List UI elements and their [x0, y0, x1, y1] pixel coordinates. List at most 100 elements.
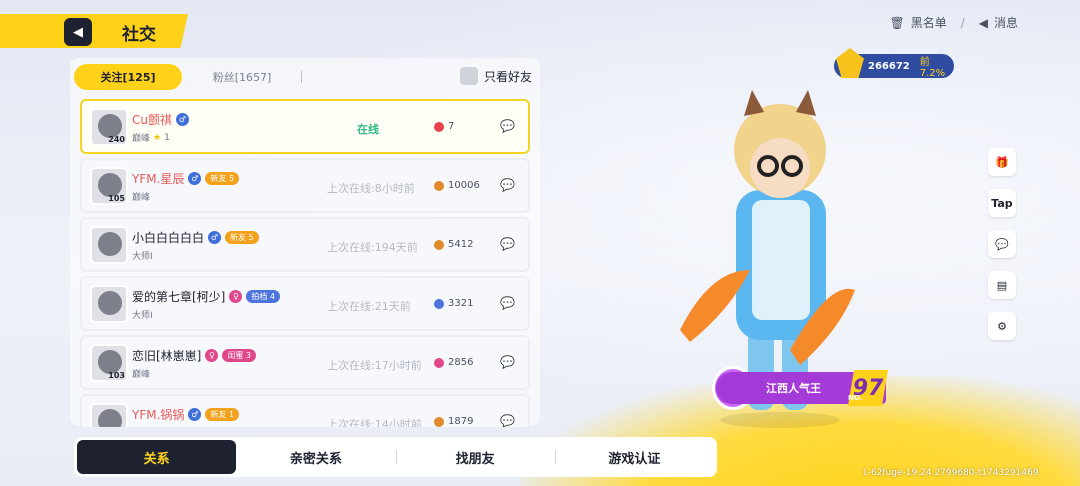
stat-value: 7 — [448, 121, 455, 132]
stat-value: 3321 — [448, 298, 474, 309]
rank-label: 巅峰 — [132, 370, 151, 380]
stat-value: 10006 — [448, 180, 480, 191]
tab-game-verify[interactable]: 游戏认证 — [554, 440, 714, 474]
friend-list[interactable]: 240 Cu颤祺 ♂ 巅峰 ★ 1 在线 7 💬 105 YFM.星辰 ♂ 新友 5 巅峰… — [80, 99, 530, 427]
player-rank: 巅峰 — [132, 190, 150, 203]
friend-tabs: 关注[125] 粉丝[1657] — [74, 64, 302, 90]
player-name: YFM.锅锅 ♂ 新友 1 — [132, 406, 240, 423]
blacklist-label: 黑名单 — [910, 16, 947, 30]
stat-value: 1879 — [448, 416, 474, 427]
relation-badge: 新友 5 — [205, 172, 240, 185]
tab-intimate[interactable]: 亲密关系 — [236, 440, 395, 474]
intimacy-stat: 1879 — [434, 416, 473, 427]
intimacy-stat: 3321 — [434, 298, 473, 309]
player-rank: 大师I — [132, 249, 153, 262]
avatar[interactable]: 240 — [90, 108, 128, 146]
female-icon: ♀ — [205, 349, 219, 362]
taptap-button[interactable]: Tap — [988, 189, 1016, 217]
rank-stars: 1 — [164, 132, 170, 143]
player-rank: 巅峰 ★ 1 — [132, 131, 170, 145]
friends-only-checkbox[interactable] — [460, 67, 478, 85]
player-name: Cu颤祺 ♂ — [132, 111, 189, 128]
tab-following[interactable]: 关注[125] — [74, 64, 182, 90]
chat-icon[interactable]: 💬 — [500, 414, 516, 427]
rank-label: 巅峰 — [132, 193, 151, 203]
avatar[interactable]: 103 — [90, 344, 128, 382]
friends-only-filter[interactable]: 只看好友 — [460, 67, 532, 85]
heart-icon — [434, 121, 444, 132]
intimacy-stat: 5412 — [434, 239, 473, 250]
side-toolbar: 🎁 Tap 💬 ▤ ⚙ — [988, 148, 1016, 340]
player-name: 小白白白白白 ♂ 新友 5 — [132, 229, 259, 246]
list-item[interactable]: YFM.锅锅♂新友 1 巅峰 上次在线:14小时前 1879 💬 — [80, 394, 530, 427]
relation-badge: 新友 5 — [225, 231, 259, 244]
version-string: 1-62fuge-19.24.2799680-t1743291469 — [862, 468, 1039, 478]
chat-icon[interactable]: 💬 — [500, 237, 516, 253]
page-title: 社交 — [122, 25, 156, 45]
document-icon[interactable]: ▤ — [988, 271, 1016, 299]
player-name-text: Cu颤祺 — [132, 113, 172, 127]
tab-relations[interactable]: 关系 — [77, 440, 237, 474]
avatar[interactable] — [90, 403, 128, 427]
chat-icon[interactable]: 💬 — [500, 119, 516, 135]
avatar-level: 105 — [108, 194, 125, 203]
player-name: YFM.星辰 ♂ 新友 5 — [132, 170, 240, 187]
male-icon: ♂ — [208, 231, 222, 244]
online-status: 在线 — [357, 123, 379, 136]
list-item[interactable]: 小白白白白白 ♂ 新友 5 大师I 上次在线:194天前 5412 💬 — [80, 217, 530, 272]
star-icon: ★ — [153, 132, 162, 143]
rank-label: 大师I — [132, 311, 153, 321]
rank-label: 巅峰 — [132, 426, 150, 427]
friends-only-label: 只看好友 — [484, 69, 533, 84]
stat-value: 2856 — [448, 357, 474, 368]
settings-icon[interactable]: ⚙ — [988, 312, 1016, 340]
list-item[interactable]: 103 恋旧[林崽崽] ♀ 闺蜜 3 巅峰 上次在线:17小时前 2856 💬 — [80, 335, 530, 390]
messages-label: 消息 — [993, 16, 1018, 30]
player-rank: 巅峰 — [132, 367, 150, 380]
list-item[interactable]: 240 Cu颤祺 ♂ 巅峰 ★ 1 在线 7 💬 — [80, 99, 530, 154]
gem-icon — [434, 357, 444, 368]
chat-icon[interactable]: 💬 — [500, 296, 516, 312]
avatar-face — [98, 232, 122, 256]
gift-icon[interactable]: 🎁 — [988, 148, 1016, 176]
megaphone-icon: ◀ — [978, 15, 988, 30]
avatar[interactable]: 105 — [90, 167, 128, 205]
female-icon: ♀ — [229, 290, 243, 303]
player-name-text: YFM.星辰 — [132, 172, 185, 186]
back-button[interactable]: ◀ — [64, 18, 92, 46]
rank-label: 巅峰 — [132, 134, 151, 144]
intimacy-stat: 2856 — [434, 357, 473, 368]
popularity-title: 江西人气王 — [766, 382, 821, 395]
player-name-text: 爱的第七章[柯少] — [132, 290, 226, 304]
avatar[interactable] — [90, 226, 128, 264]
last-online-status: 上次在线:14小时前 — [327, 418, 422, 427]
tab-fans[interactable]: 粉丝[1657] — [182, 69, 302, 85]
header-bar — [0, 14, 188, 48]
messages-button[interactable]: ◀ 消息 — [979, 14, 1018, 31]
blacklist-button[interactable]: 🗑 黑名单 — [889, 14, 946, 31]
male-icon: ♂ — [176, 113, 189, 126]
chat-bubble-icon[interactable]: 💬 — [988, 230, 1016, 258]
coin-icon — [434, 180, 444, 191]
list-item[interactable]: 105 YFM.星辰 ♂ 新友 5 巅峰 上次在线:8小时前 10006 💬 — [80, 158, 530, 213]
player-name-text: 小白白白白白 — [132, 231, 205, 245]
chat-icon[interactable]: 💬 — [500, 178, 516, 194]
relation-badge: 新友 1 — [205, 408, 240, 421]
last-online-status: 上次在线:8小时前 — [327, 182, 415, 195]
player-rank: 大师I — [132, 308, 153, 321]
intimacy-stat: 10006 — [434, 180, 480, 191]
list-item[interactable]: 爱的第七章[柯少] ♀ 拍档 4 大师I 上次在线:21天前 3321 💬 — [80, 276, 530, 331]
player-name: 恋旧[林崽崽] ♀ 闺蜜 3 — [132, 347, 257, 364]
back-arrow-icon: ◀ — [73, 24, 83, 40]
chat-icon[interactable]: 💬 — [500, 355, 516, 371]
popularity-value: 266672 — [868, 60, 910, 72]
top-right-actions: 🗑 黑名单 / ◀ 消息 — [889, 14, 1018, 31]
avatar-face — [98, 291, 122, 315]
avatar[interactable] — [90, 285, 128, 323]
avatar-level: 240 — [108, 135, 125, 144]
trash-icon: 🗑 — [889, 15, 905, 30]
relation-badge: 拍档 4 — [246, 290, 281, 303]
coin-icon — [434, 239, 444, 250]
player-name-text: 恋旧[林崽崽] — [132, 349, 202, 363]
tab-find-friends[interactable]: 找朋友 — [395, 440, 555, 474]
